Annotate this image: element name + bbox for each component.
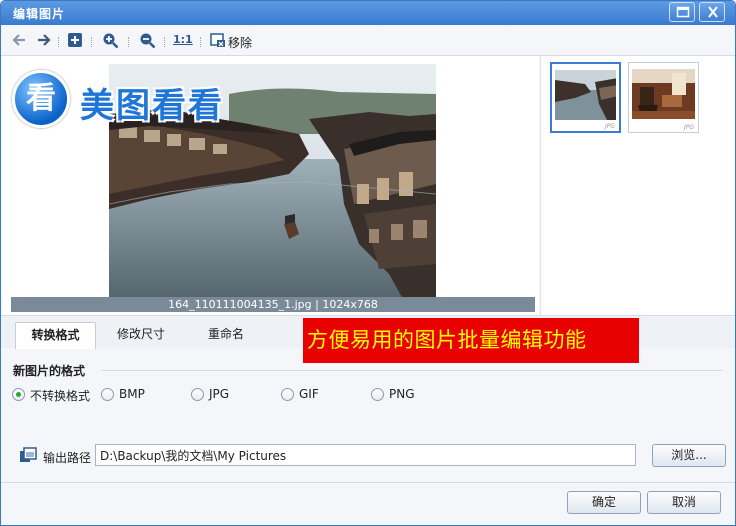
ok-button[interactable]: 确定	[567, 491, 641, 514]
radio-dot	[281, 388, 294, 401]
zoom-in-button[interactable]	[102, 32, 119, 50]
jpg-badge: JPG	[604, 123, 615, 130]
actual-size-button[interactable]: 1:1	[173, 33, 193, 51]
tab-convert-format[interactable]: 转换格式	[15, 322, 96, 349]
section-divider	[101, 370, 723, 371]
radio-dot	[191, 388, 204, 401]
close-button[interactable]	[699, 2, 725, 22]
toolbar: 1:1 移除	[1, 25, 735, 56]
folder-output-icon	[19, 447, 37, 466]
zoom-out-icon	[140, 33, 156, 49]
toolbar-separator	[91, 37, 93, 47]
image-preview-area: 看 美图看看 164_110111004135_1.jpg | 1024x768	[2, 56, 539, 315]
maximize-icon	[676, 6, 690, 18]
maximize-button[interactable]	[669, 2, 695, 22]
forward-button[interactable]	[36, 32, 52, 50]
radio-label: PNG	[389, 387, 415, 401]
toolbar-separator	[128, 37, 130, 47]
image-caption: 164_110111004135_1.jpg | 1024x768	[11, 297, 535, 312]
remove-button[interactable]	[210, 32, 226, 50]
arrow-left-icon	[12, 34, 25, 46]
plus-box-icon	[68, 33, 82, 47]
footer-divider	[1, 482, 735, 483]
radio-label: GIF	[299, 387, 319, 401]
thumbnail-item[interactable]: JPG	[628, 62, 699, 133]
radio-label: 不转换格式	[30, 389, 91, 403]
back-button[interactable]	[11, 32, 27, 50]
zoom-out-button[interactable]	[139, 32, 156, 50]
logo-text: 美图看看	[80, 86, 224, 126]
output-path-label: 输出路径	[43, 451, 92, 465]
add-button[interactable]	[67, 32, 83, 50]
remove-image-icon	[210, 33, 225, 47]
format-section-title: 新图片的格式	[13, 364, 86, 378]
radio-dot	[12, 388, 25, 401]
zoom-in-icon	[103, 33, 119, 49]
output-path-input[interactable]	[95, 444, 636, 466]
cancel-button[interactable]: 取消	[647, 491, 721, 514]
close-icon	[708, 6, 718, 18]
toolbar-separator	[58, 37, 60, 47]
title-bar: 编辑图片	[1, 1, 735, 25]
thumbnail-image	[555, 70, 616, 121]
promo-banner: 方便易用的图片批量编辑功能	[303, 318, 639, 363]
radio-label: BMP	[119, 387, 145, 401]
toolbar-separator	[164, 37, 166, 47]
thumbnail-panel: JPG JPG	[540, 56, 735, 315]
meitu-logo: 看 美图看看	[12, 68, 262, 130]
tab-resize[interactable]: 修改尺寸	[101, 322, 181, 349]
tab-rename[interactable]: 重命名	[191, 322, 261, 349]
arrow-right-icon	[38, 34, 51, 46]
radio-dot	[101, 388, 114, 401]
window-title: 编辑图片	[13, 7, 66, 21]
logo-mark: 看	[12, 70, 70, 128]
browse-button[interactable]: 浏览...	[652, 444, 726, 467]
remove-label[interactable]: 移除	[228, 34, 252, 51]
toolbar-separator	[200, 37, 202, 47]
thumbnail-image	[632, 69, 695, 122]
thumbnail-item[interactable]: JPG	[550, 62, 621, 133]
radio-label: JPG	[209, 387, 230, 401]
jpg-badge: JPG	[683, 124, 694, 131]
edit-image-dialog: 编辑图片 1:1 移除 看 美图看看 164_110111004135_1.jp…	[0, 0, 736, 526]
radio-dot	[371, 388, 384, 401]
